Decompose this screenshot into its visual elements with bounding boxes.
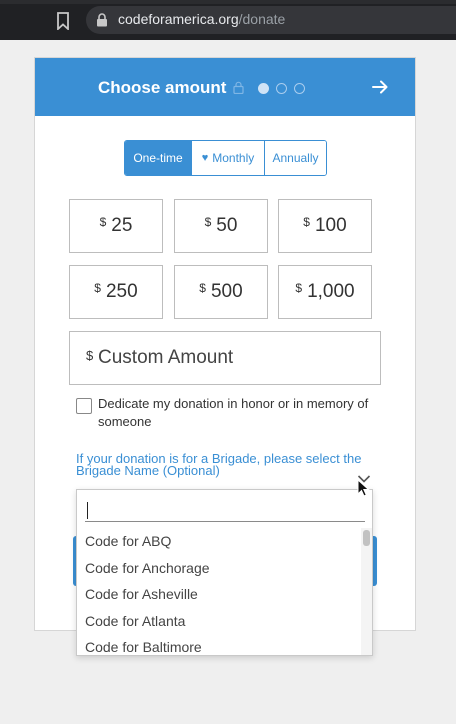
- currency-symbol: $: [295, 281, 303, 295]
- brigade-option-asheville[interactable]: Code for Asheville: [77, 581, 361, 608]
- text-caret: [87, 502, 88, 519]
- mouse-pointer-icon: [357, 479, 370, 497]
- step-indicator-3: [294, 83, 305, 94]
- page-title: Choose amount: [98, 78, 227, 97]
- one-time-label: One-time: [133, 151, 183, 165]
- amount-value: 25: [111, 215, 133, 236]
- url-domain: codeforamerica.org: [118, 11, 239, 27]
- step-indicator-1: [258, 83, 269, 94]
- amount-value: 1,000: [307, 281, 355, 302]
- custom-amount-placeholder: Custom Amount: [98, 347, 234, 368]
- card-header: Choose amount: [35, 58, 415, 116]
- amount-value: 500: [210, 281, 243, 302]
- scrollbar-thumb[interactable]: [363, 530, 370, 546]
- amount-button-250[interactable]: $ 250: [69, 265, 163, 319]
- annually-button[interactable]: Annually: [264, 141, 326, 175]
- currency-symbol: $: [303, 215, 310, 229]
- brigade-option-anchorage[interactable]: Code for Anchorage: [77, 555, 361, 582]
- url-path: /donate: [238, 11, 286, 27]
- amount-value: 50: [216, 215, 238, 236]
- currency-symbol: $: [204, 215, 212, 229]
- brigade-options-list: Code for ABQ Code for Anchorage Code for…: [77, 528, 361, 655]
- lock-icon: [233, 81, 244, 94]
- bookmark-icon[interactable]: [56, 12, 70, 30]
- amount-button-100[interactable]: $ 100: [278, 199, 372, 253]
- tab-strip: [0, 0, 456, 4]
- dedication-label[interactable]: Dedicate my donation in honor or in memo…: [98, 395, 388, 431]
- amount-value: 100: [314, 215, 347, 236]
- brigade-label: If your donation is for a Brigade, pleas…: [76, 451, 362, 478]
- amount-value: 250: [105, 281, 138, 302]
- brigade-option-atlanta[interactable]: Code for Atlanta: [77, 608, 361, 635]
- amount-button-500[interactable]: $ 500: [174, 265, 268, 319]
- arrow-right-icon[interactable]: [371, 78, 389, 96]
- monthly-button[interactable]: ♥ Monthly: [191, 141, 264, 175]
- currency-symbol: $: [94, 281, 101, 295]
- currency-symbol: $: [86, 348, 94, 363]
- lock-icon: [97, 13, 107, 27]
- frequency-toggle: One-time ♥ Monthly Annually: [124, 140, 327, 176]
- annually-label: Annually: [272, 151, 319, 165]
- url-text[interactable]: codeforamerica.org/donate: [118, 11, 285, 27]
- currency-symbol: $: [199, 281, 206, 295]
- brigade-option-baltimore[interactable]: Code for Baltimore: [77, 634, 361, 655]
- browser-toolbar: codeforamerica.org/donate: [0, 0, 456, 40]
- dedication-checkbox[interactable]: [76, 398, 92, 414]
- heart-icon: ♥: [201, 152, 209, 164]
- amount-button-25[interactable]: $ 25: [69, 199, 163, 253]
- dropdown-scrollbar[interactable]: [361, 528, 372, 655]
- one-time-button[interactable]: One-time: [125, 141, 191, 175]
- brigade-option-abq[interactable]: Code for ABQ: [77, 528, 361, 555]
- amount-button-50[interactable]: $ 50: [174, 199, 268, 253]
- step-indicator-2: [276, 83, 287, 94]
- monthly-label: Monthly: [212, 151, 255, 165]
- amount-button-1000[interactable]: $ 1,000: [278, 265, 372, 319]
- brigade-dropdown: Code for ABQ Code for Anchorage Code for…: [76, 489, 373, 656]
- brigade-search-input[interactable]: [85, 498, 365, 522]
- custom-amount-input[interactable]: $ Custom Amount: [69, 331, 381, 385]
- currency-symbol: $: [99, 215, 107, 229]
